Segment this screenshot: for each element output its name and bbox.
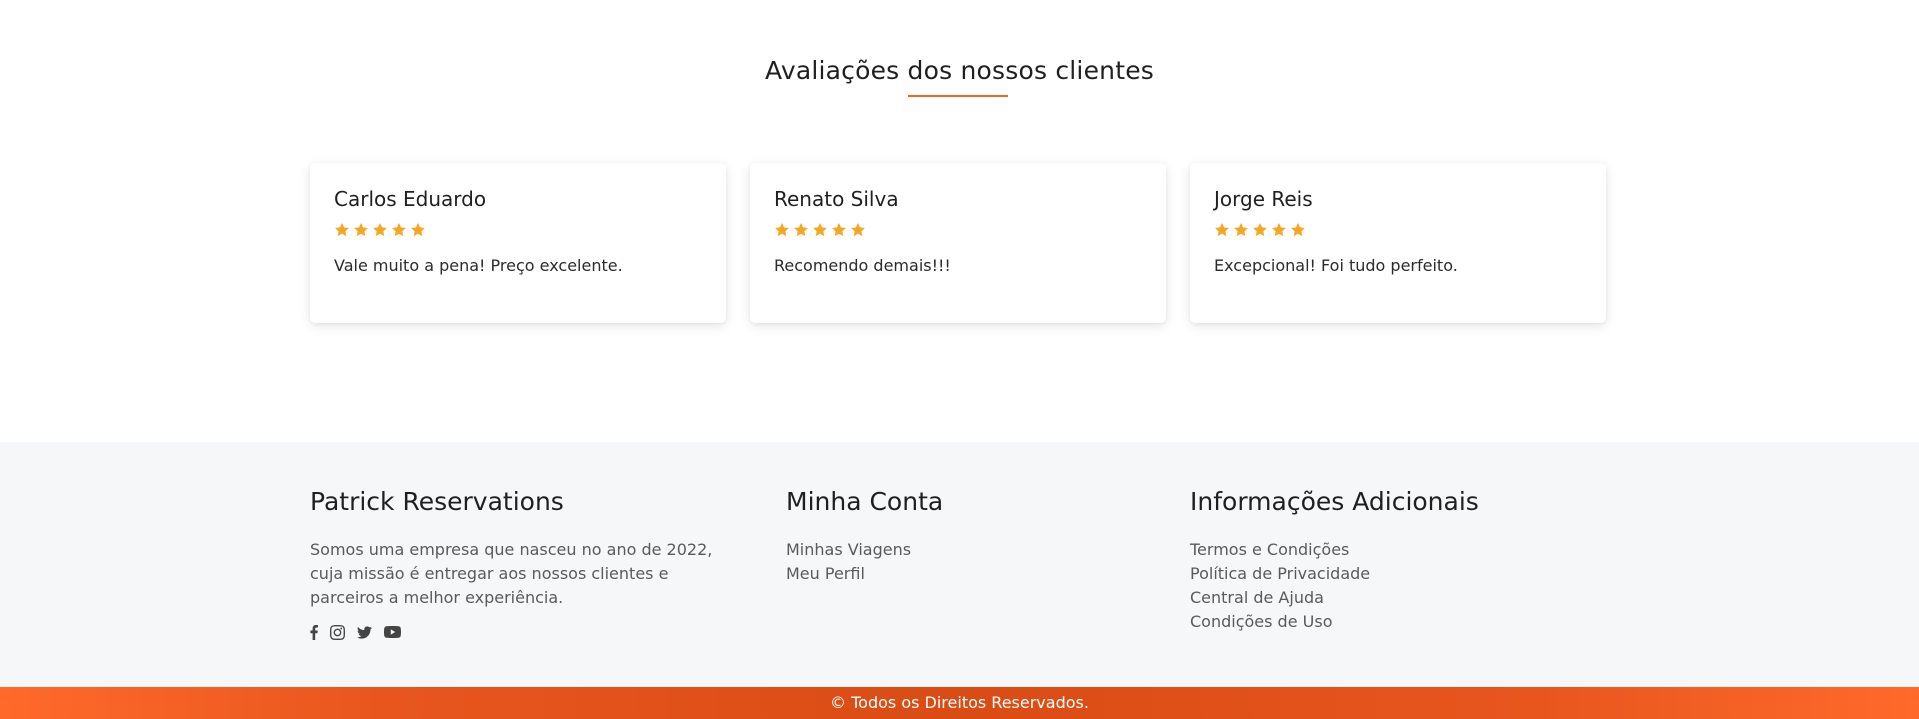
review-name: Jorge Reis xyxy=(1214,187,1313,211)
star-icon xyxy=(1252,222,1268,238)
rating-stars xyxy=(774,222,1142,240)
star-icon xyxy=(1233,222,1249,238)
star-icon xyxy=(1290,222,1306,238)
star-icon xyxy=(1214,222,1230,238)
footer-about-text: Somos uma empresa que nasceu no ano de 2… xyxy=(310,540,713,607)
link-termos[interactable]: Termos e Condições xyxy=(1190,538,1479,562)
star-icon xyxy=(372,222,388,238)
review-name: Carlos Eduardo xyxy=(334,187,487,211)
link-condicoes-uso[interactable]: Condições de Uso xyxy=(1190,610,1479,634)
youtube-icon[interactable] xyxy=(384,624,401,640)
review-text: Vale muito a pena! Preço excelente. xyxy=(334,256,623,275)
footer-account-links: Minhas Viagens Meu Perfil xyxy=(786,538,943,586)
review-card: Jorge Reis Excepcional! Foi tudo perfeit… xyxy=(1190,163,1606,323)
star-icon xyxy=(793,222,809,238)
rating-stars xyxy=(334,222,702,240)
link-minhas-viagens[interactable]: Minhas Viagens xyxy=(786,538,943,562)
star-icon xyxy=(850,222,866,238)
link-privacidade[interactable]: Política de Privacidade xyxy=(1190,562,1479,586)
link-central-ajuda[interactable]: Central de Ajuda xyxy=(1190,586,1479,610)
reviews-section: Avaliações dos nossos clientes Carlos Ed… xyxy=(0,0,1919,442)
footer-account-heading: Minha Conta xyxy=(786,487,944,516)
star-icon xyxy=(334,222,350,238)
star-icon xyxy=(774,222,790,238)
star-icon xyxy=(1271,222,1287,238)
star-icon xyxy=(391,222,407,238)
footer-info-heading: Informações Adicionais xyxy=(1190,487,1479,516)
star-icon xyxy=(831,222,847,238)
footer-about-heading: Patrick Reservations xyxy=(310,487,564,516)
star-icon xyxy=(812,222,828,238)
title-underline xyxy=(908,95,1008,97)
footer-account: Minha Conta Minhas Viagens Meu Perfil xyxy=(786,487,943,586)
rating-stars xyxy=(1214,222,1582,240)
copyright-bar: © Todos os Direitos Reservados. xyxy=(0,687,1919,719)
footer-info-links: Termos e Condições Política de Privacida… xyxy=(1190,538,1479,634)
review-text: Recomendo demais!!! xyxy=(774,256,951,275)
review-card: Carlos Eduardo Vale muito a pena! Preço … xyxy=(310,163,726,323)
facebook-icon[interactable] xyxy=(310,624,318,640)
review-name: Renato Silva xyxy=(774,187,899,211)
reviews-title: Avaliações dos nossos clientes xyxy=(764,56,1155,85)
review-card: Renato Silva Recomendo demais!!! xyxy=(750,163,1166,323)
review-text: Excepcional! Foi tudo perfeito. xyxy=(1214,256,1458,275)
social-links xyxy=(310,624,730,640)
footer-info: Informações Adicionais Termos e Condiçõe… xyxy=(1190,487,1479,634)
twitter-icon[interactable] xyxy=(357,624,372,640)
instagram-icon[interactable] xyxy=(330,624,345,640)
link-meu-perfil[interactable]: Meu Perfil xyxy=(786,562,943,586)
star-icon xyxy=(353,222,369,238)
footer-about: Patrick Reservations Somos uma empresa q… xyxy=(310,487,730,640)
star-icon xyxy=(410,222,426,238)
footer: Patrick Reservations Somos uma empresa q… xyxy=(0,442,1919,687)
